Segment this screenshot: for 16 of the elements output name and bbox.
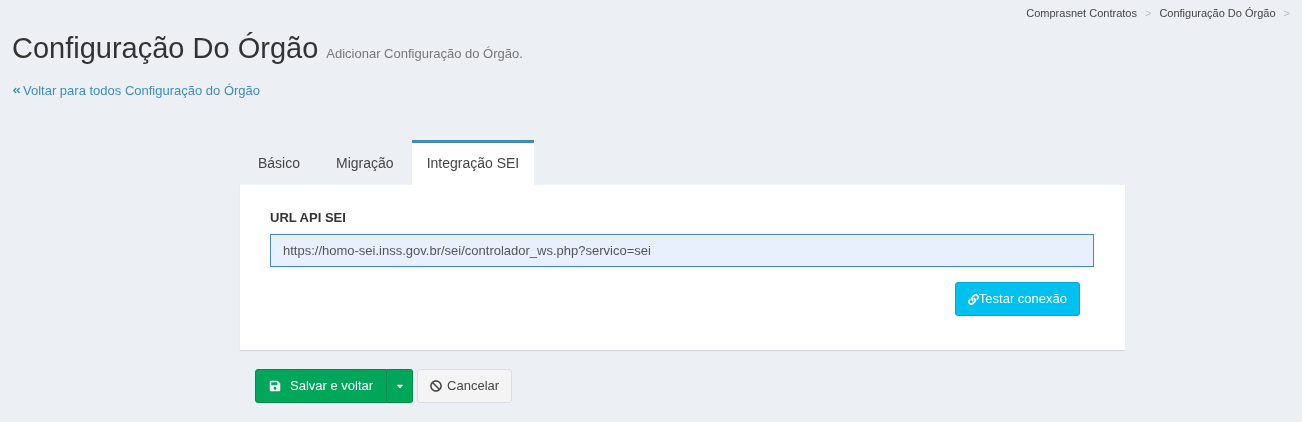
tab[interactable]: Básico (240, 139, 319, 185)
field-label: URL API SEI (270, 208, 347, 227)
double-chevron-left-icon (12, 86, 21, 96)
tab[interactable]: Migração (318, 139, 412, 185)
breadcrumb-link[interactable]: Comprasnet Contratos (1026, 5, 1137, 22)
save-options-dropdown[interactable] (387, 368, 414, 403)
link-icon (967, 293, 979, 305)
page-subtitle: Adicionar Configuração do Órgão. (326, 44, 523, 63)
breadcrumb-separator: > (1144, 6, 1152, 21)
breadcrumb-link[interactable]: Configuração Do Órgão (1159, 5, 1276, 22)
breadcrumb-separator: > (1283, 6, 1290, 21)
tab[interactable]: Integração SEI (411, 139, 535, 185)
ban-icon (430, 379, 443, 392)
cancel-button[interactable]: Cancelar (417, 368, 513, 403)
url-field[interactable]: https://homo-sei.inss.gov.br/sei/controlador_ws.php?servico=sei (270, 234, 1094, 267)
page-title: Configuração Do Órgão (12, 33, 319, 63)
